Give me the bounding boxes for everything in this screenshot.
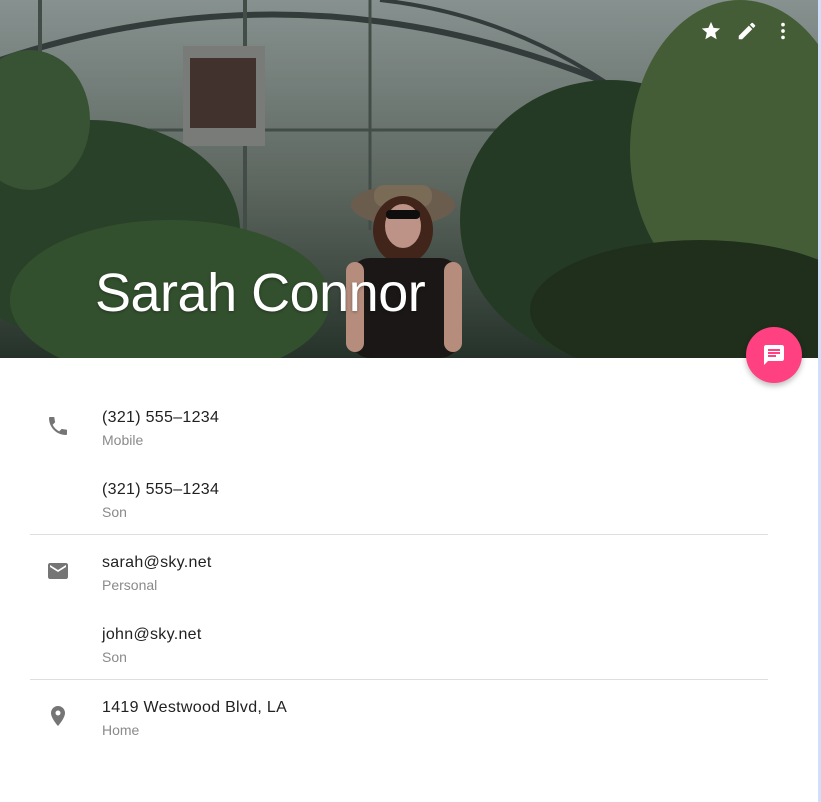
header-image: Sarah Connor: [0, 0, 818, 358]
more-vert-icon[interactable]: [768, 16, 798, 46]
phone-number: (321) 555–1234: [102, 481, 220, 498]
address: 1419 Westwood Blvd, LA: [102, 699, 288, 716]
list-item[interactable]: john@sky.net Son: [0, 575, 818, 665]
list-item[interactable]: 1419 Westwood Blvd, LA Home: [0, 648, 818, 738]
location-icon: [46, 704, 70, 728]
contact-name: Sarah Connor: [95, 263, 426, 323]
phone-number: (321) 555–1234: [102, 409, 220, 426]
list-item[interactable]: (321) 555–1234 Mobile: [0, 358, 818, 448]
email-address: sarah@sky.net: [102, 554, 212, 571]
address-label: Home: [102, 722, 140, 738]
email-address: john@sky.net: [102, 626, 202, 643]
header-actions: [696, 16, 798, 46]
edit-icon[interactable]: [732, 16, 762, 46]
star-icon[interactable]: [696, 16, 726, 46]
list-item[interactable]: (321) 555–1234 Son: [0, 430, 818, 520]
list-item[interactable]: sarah@sky.net Personal: [0, 503, 818, 593]
